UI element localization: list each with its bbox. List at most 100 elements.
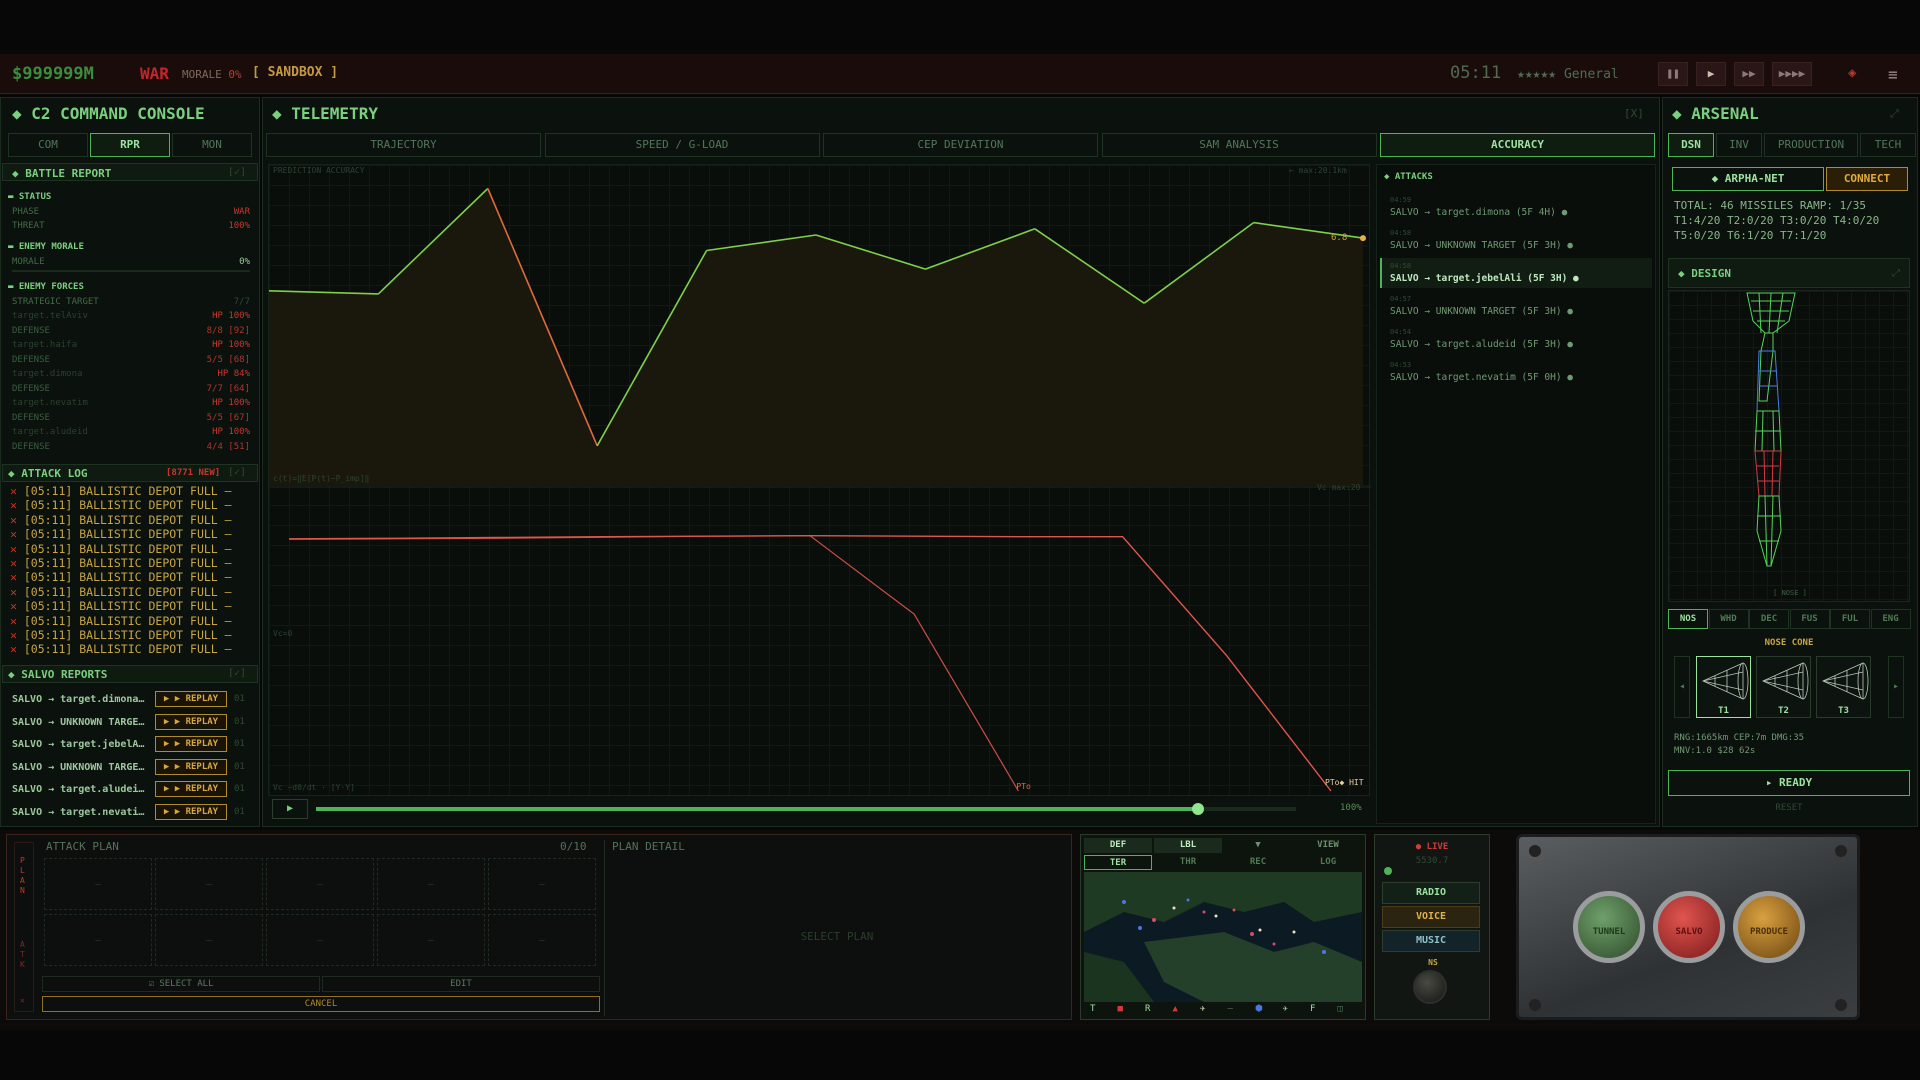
map-filter-icon[interactable]: ✈ xyxy=(1200,1004,1205,1014)
replay-button[interactable]: ▶ ▶ REPLAY xyxy=(155,713,227,730)
attack-item[interactable]: SALVO → UNKNOWN TARGET (5F 3H) ● xyxy=(1390,240,1573,251)
map-filter-icon[interactable]: ✈ xyxy=(1283,1004,1288,1014)
pause-button[interactable]: ❚❚ xyxy=(1658,62,1688,86)
map-filter-icon[interactable]: R xyxy=(1145,1004,1150,1014)
map-filter-icon[interactable]: ▲ xyxy=(1173,1004,1178,1014)
part-tab-dec[interactable]: DEC xyxy=(1749,609,1789,629)
network-button[interactable]: ◆ ARPHA-NET xyxy=(1672,167,1824,191)
select-all-button[interactable]: ☑ SELECT ALL xyxy=(42,976,320,992)
plan-slot[interactable]: — xyxy=(44,858,152,910)
music-button[interactable]: MUSIC xyxy=(1382,930,1480,952)
expand-icon[interactable]: ⤢ xyxy=(1890,107,1899,121)
replay-button[interactable]: ▶ ▶ REPLAY xyxy=(155,736,227,752)
tab-com[interactable]: COM xyxy=(8,133,88,157)
part-tab-ful[interactable]: FUL xyxy=(1830,609,1870,629)
replay-button[interactable]: ▶ ▶ REPLAY xyxy=(155,781,227,797)
tier-card-t1[interactable]: T1 xyxy=(1696,656,1751,718)
play-button[interactable]: ▶ xyxy=(1696,62,1726,86)
replay-slider-knob[interactable] xyxy=(1192,803,1204,815)
plan-slot[interactable]: — xyxy=(155,858,263,910)
missile-preview: [ NOSE ] xyxy=(1668,290,1910,602)
map-tab-2[interactable]: ▼ xyxy=(1224,838,1292,853)
map-filter-icon[interactable]: ⬢ xyxy=(1255,1004,1263,1014)
map-layer-rec[interactable]: REC xyxy=(1224,855,1292,870)
produce-button[interactable]: PRODUCE xyxy=(1733,891,1805,963)
radio-button[interactable]: RADIO xyxy=(1382,882,1480,904)
mini-map[interactable] xyxy=(1084,872,1362,1002)
volume-knob[interactable] xyxy=(1413,970,1447,1004)
close-plan-icon[interactable]: ✕ xyxy=(20,996,25,1005)
connect-button[interactable]: CONNECT xyxy=(1826,167,1908,191)
attack-item[interactable]: SALVO → UNKNOWN TARGET (5F 3H) ● xyxy=(1390,306,1573,317)
map-layer-thr[interactable]: THR xyxy=(1154,855,1222,870)
plan-side-label[interactable]: PLAN xyxy=(20,856,28,896)
plan-slot[interactable]: — xyxy=(44,914,152,966)
replay-button[interactable]: ▶ ▶ REPLAY xyxy=(155,691,227,707)
edit-button[interactable]: EDIT xyxy=(322,976,600,992)
map-tab-0[interactable]: DEF xyxy=(1084,838,1152,853)
battle-report-check[interactable]: [✓] xyxy=(228,167,246,178)
tab-accuracy[interactable]: ACCURACY xyxy=(1380,133,1655,157)
map-filter-icon[interactable]: ■ xyxy=(1118,1004,1123,1014)
attack-item[interactable]: SALVO → target.dimona (5F 4H) ● xyxy=(1390,207,1567,218)
ready-button[interactable]: ▸ READY xyxy=(1668,770,1910,796)
tab-cep-deviation[interactable]: CEP DEVIATION xyxy=(823,133,1098,157)
part-tab-eng[interactable]: ENG xyxy=(1870,609,1911,629)
log-text: [05:11] BALLISTIC DEPOT FULL — xyxy=(23,541,232,556)
accuracy-chart-svg: 6.8 PTo PTo◆ HIT xyxy=(269,187,1371,792)
attack-item[interactable]: SALVO → target.aludeid (5F 3H) ● xyxy=(1390,339,1573,350)
attack-log-check[interactable]: [✓] xyxy=(228,467,246,478)
part-tab-fus[interactable]: FUS xyxy=(1789,609,1830,629)
replay-play-button[interactable]: ▶ xyxy=(272,799,308,819)
error-icon: ✕ xyxy=(10,570,24,585)
map-layer-log[interactable]: LOG xyxy=(1294,855,1362,870)
telemetry-close-button[interactable]: [X] xyxy=(1624,107,1644,120)
plan-slot[interactable]: — xyxy=(155,914,263,966)
attack-item[interactable]: SALVO → target.jebelAli (5F 3H) ● xyxy=(1390,273,1579,284)
map-tab-3[interactable]: VIEW xyxy=(1294,838,1362,853)
tab-speed-g-load[interactable]: SPEED / G-LOAD xyxy=(544,133,820,157)
map-filter-icon[interactable]: — xyxy=(1228,1004,1233,1014)
replay-button[interactable]: ▶ ▶ REPLAY xyxy=(155,803,227,820)
attack-item[interactable]: SALVO → target.nevatim (5F 0H) ● xyxy=(1390,372,1573,383)
tab-sam-analysis[interactable]: SAM ANALYSIS xyxy=(1101,133,1377,157)
menu-icon[interactable]: ≡ xyxy=(1888,65,1898,84)
map-filter-icon[interactable]: F xyxy=(1310,1004,1315,1014)
plan-slot[interactable]: — xyxy=(488,858,596,910)
atk-side-label[interactable]: ATK xyxy=(20,940,28,970)
design-expand-icon[interactable]: ⤢ xyxy=(1892,268,1900,279)
part-tab-whd[interactable]: WHD xyxy=(1708,609,1749,629)
fast-button[interactable]: ▶▶ xyxy=(1734,62,1764,86)
salvo-reports-check[interactable]: [✓] xyxy=(228,668,246,679)
plan-slot[interactable]: — xyxy=(377,914,485,966)
tunnel-button[interactable]: TUNNEL xyxy=(1573,891,1645,963)
tier-prev-button[interactable]: ◂ xyxy=(1674,656,1690,718)
plan-slot[interactable]: — xyxy=(488,914,596,966)
map-tab-1[interactable]: LBL xyxy=(1154,838,1222,853)
tab-rpr[interactable]: RPR xyxy=(90,133,170,157)
tab-tech[interactable]: TECH xyxy=(1860,133,1916,157)
plan-slot[interactable]: — xyxy=(266,914,374,966)
tab-production[interactable]: PRODUCTION xyxy=(1764,133,1858,157)
salvo-button[interactable]: SALVO xyxy=(1653,891,1725,963)
tab-dsn[interactable]: DSN xyxy=(1668,133,1714,157)
tier-card-t3[interactable]: T3 xyxy=(1816,656,1871,718)
replay-button[interactable]: ▶ ▶ REPLAY xyxy=(155,758,227,775)
tier-card-t2[interactable]: T2 xyxy=(1756,656,1811,718)
fastest-button[interactable]: ▶▶▶▶ xyxy=(1772,62,1812,86)
map-layer-ter[interactable]: TER xyxy=(1084,855,1152,870)
alert-icon[interactable]: ◈ xyxy=(1848,65,1856,81)
plan-slot[interactable]: — xyxy=(266,858,374,910)
map-filter-icon[interactable]: ◫ xyxy=(1338,1004,1343,1014)
tab-inv[interactable]: INV xyxy=(1716,133,1762,157)
replay-slider-track[interactable] xyxy=(316,807,1296,811)
tab-mon[interactable]: MON xyxy=(172,133,252,157)
tab-trajectory[interactable]: TRAJECTORY xyxy=(266,133,541,157)
reset-button[interactable]: RESET xyxy=(1668,803,1910,813)
voice-button[interactable]: VOICE xyxy=(1382,906,1480,928)
plan-slot[interactable]: — xyxy=(377,858,485,910)
map-filter-icon[interactable]: T xyxy=(1090,1004,1095,1014)
tier-next-button[interactable]: ▸ xyxy=(1888,656,1904,718)
cancel-button[interactable]: CANCEL xyxy=(42,996,600,1012)
part-tab-nos[interactable]: NOS xyxy=(1668,609,1708,629)
